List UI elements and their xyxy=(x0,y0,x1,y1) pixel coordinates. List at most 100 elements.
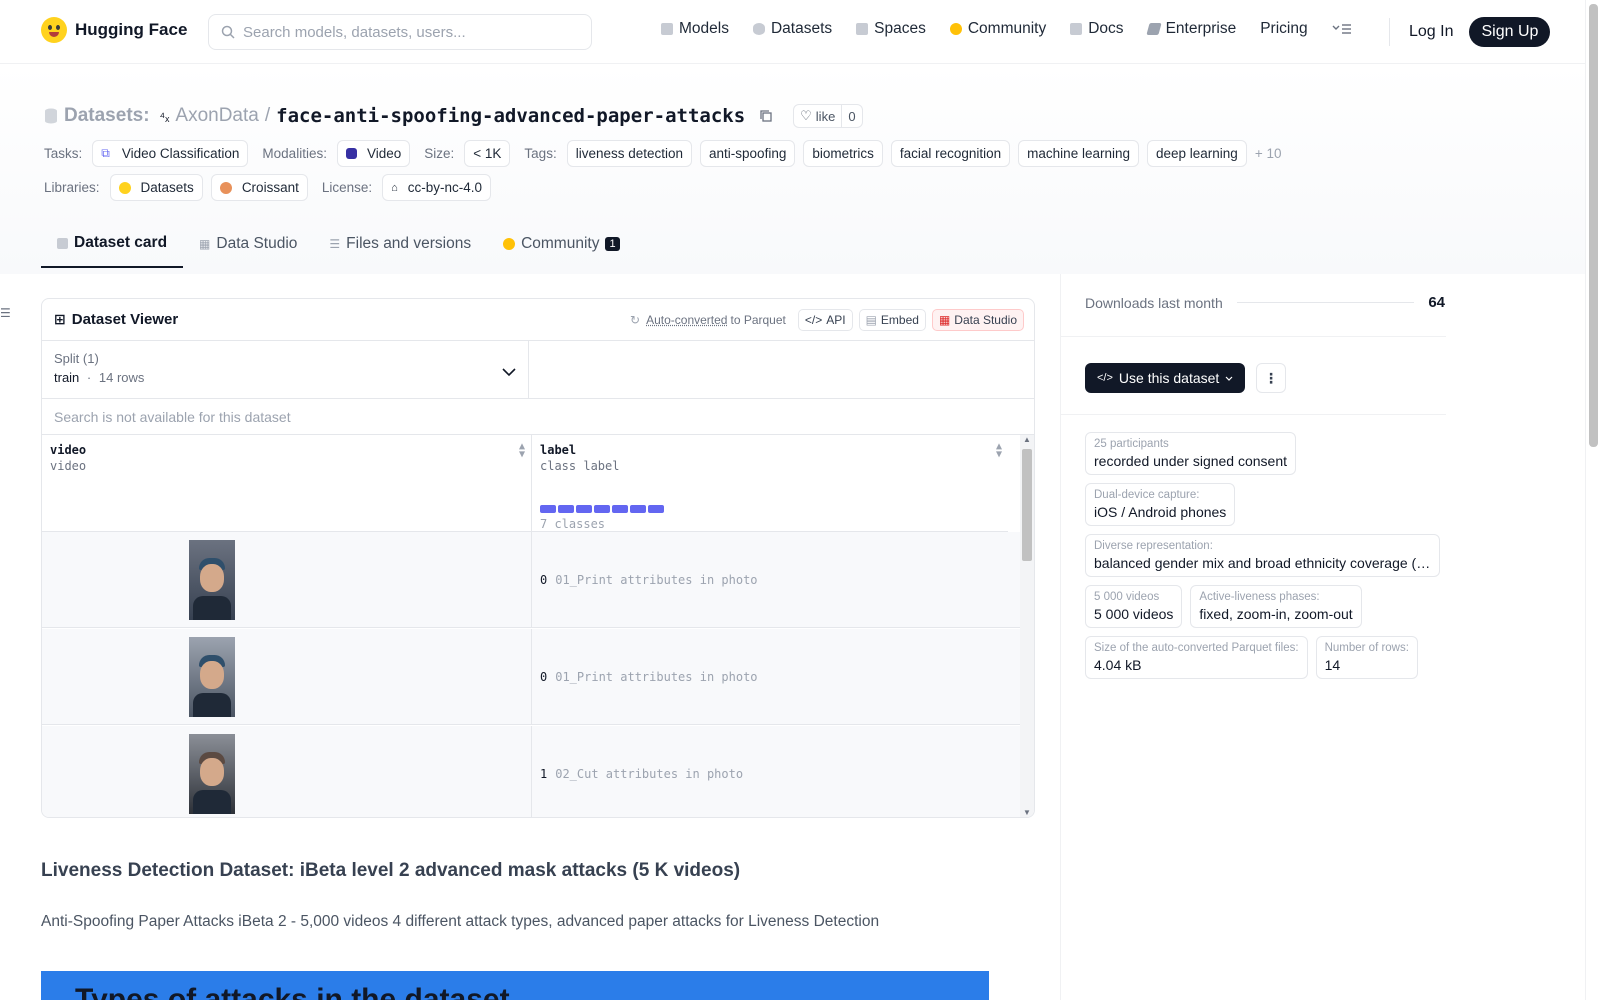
column-header-label[interactable]: label class label 7 classes ▲ ▼ xyxy=(532,435,1008,532)
nav-spaces[interactable]: Spaces xyxy=(856,20,926,38)
video-thumbnail[interactable] xyxy=(189,734,235,814)
video-cell[interactable] xyxy=(42,726,532,817)
nav-enterprise[interactable]: Enterprise xyxy=(1145,20,1236,38)
tab-community[interactable]: Community 1 xyxy=(487,222,636,268)
viewer-title: Dataset Viewer xyxy=(71,311,179,328)
table-row[interactable]: 0 01_Print attributes in photo xyxy=(42,532,1022,628)
tag-facial-recognition[interactable]: facial recognition xyxy=(890,140,1011,167)
org-link[interactable]: AxonData xyxy=(175,105,258,127)
tag-deep-learning[interactable]: deep learning xyxy=(1146,140,1247,167)
login-link[interactable]: Log In xyxy=(1409,23,1453,41)
auth-buttons: Log In Sign Up xyxy=(1390,17,1551,47)
search-box[interactable] xyxy=(208,14,592,50)
dataset-card-paragraph: Anti-Spoofing Paper Attacks iBeta 2 - 5,… xyxy=(41,913,880,930)
data-studio-button[interactable]: ▦ Data Studio xyxy=(931,309,1024,331)
video-cell[interactable] xyxy=(42,532,532,627)
signup-button[interactable]: Sign Up xyxy=(1469,17,1551,47)
dataset-name[interactable]: face-anti-spoofing-advanced-paper-attack… xyxy=(276,105,745,127)
files-icon: ☰ xyxy=(329,237,341,251)
class-segment[interactable] xyxy=(558,505,574,513)
sort-icon[interactable]: ▲ ▼ xyxy=(519,442,525,460)
embed-button[interactable]: ▤ Embed xyxy=(858,309,926,331)
nav-community[interactable]: Community xyxy=(949,20,1046,38)
fact-key: 25 participants xyxy=(1094,438,1169,450)
scroll-up-icon[interactable]: ▲ xyxy=(1023,435,1031,444)
class-distribution-bar xyxy=(540,505,664,513)
fact-num-rows: Number of rows: 14 xyxy=(1315,636,1418,679)
tag-machine-learning[interactable]: machine learning xyxy=(1018,140,1139,167)
api-button[interactable]: </> API xyxy=(797,309,853,331)
sidebar-toggle-icon[interactable]: ☰ xyxy=(0,306,11,320)
nav-links: Models Datasets Spaces Community Docs En… xyxy=(661,20,1352,38)
page-scrollbar-thumb[interactable] xyxy=(1589,4,1598,447)
scrollbar-thumb[interactable] xyxy=(1022,449,1032,561)
class-segment[interactable] xyxy=(594,505,610,513)
dataset-viewer: ⊞ Dataset Viewer ↻ Auto-converted to Parq… xyxy=(41,298,1035,818)
split-selector[interactable]: Split (1) train · 14 rows xyxy=(42,341,529,398)
tag-liveness[interactable]: liveness detection xyxy=(566,140,693,167)
fact-key: Diverse representation: xyxy=(1094,540,1213,552)
api-button-label: API xyxy=(826,313,846,327)
tab-dataset-card[interactable]: Dataset card xyxy=(41,222,184,268)
class-segment[interactable] xyxy=(540,505,556,513)
table-row[interactable]: 1 02_Cut attributes in photo xyxy=(42,726,1022,817)
tab-data-studio-label: Data Studio xyxy=(216,235,298,252)
use-dataset-label: Use this dataset xyxy=(1118,370,1220,386)
tab-community-label: Community xyxy=(521,235,600,252)
tag-anti-spoofing[interactable]: anti-spoofing xyxy=(700,140,796,167)
models-icon xyxy=(661,23,673,35)
class-segment[interactable] xyxy=(576,505,592,513)
license-label: License: xyxy=(321,180,373,195)
label-cell: 1 02_Cut attributes in photo xyxy=(532,726,1022,817)
video-cell[interactable] xyxy=(42,629,532,724)
section-label[interactable]: Datasets: xyxy=(64,105,150,127)
nav-models[interactable]: Models xyxy=(661,20,729,38)
viewer-scrollbar[interactable]: ▲ ▼ xyxy=(1020,435,1034,817)
nav-pricing-label: Pricing xyxy=(1260,20,1308,37)
search-input[interactable] xyxy=(243,23,563,41)
nav-datasets[interactable]: Datasets xyxy=(752,20,832,38)
nav-docs[interactable]: Docs xyxy=(1070,20,1124,38)
more-options-button[interactable]: ⋮ xyxy=(1256,363,1286,393)
like-label: like xyxy=(815,108,836,124)
license-tag[interactable]: ⌂ cc-by-nc-4.0 xyxy=(382,174,492,201)
nav-docs-label: Docs xyxy=(1088,20,1124,37)
video-thumbnail[interactable] xyxy=(189,637,235,717)
nav-more-menu[interactable] xyxy=(1332,23,1352,35)
scroll-down-icon[interactable]: ▼ xyxy=(1023,808,1031,817)
table-row[interactable]: 0 01_Print attributes in photo xyxy=(42,629,1022,725)
modality-tag[interactable]: Video xyxy=(336,140,411,167)
tags-more[interactable]: + 10 xyxy=(1255,146,1282,161)
library-croissant[interactable]: Croissant xyxy=(210,174,308,201)
data-grid: video video ▲ ▼ label class label 7 class… xyxy=(42,435,1034,817)
split-label: Split (1) xyxy=(54,351,99,366)
video-thumbnail[interactable] xyxy=(189,540,235,620)
page-scrollbar[interactable] xyxy=(1585,0,1600,1000)
sort-icon[interactable]: ▲ ▼ xyxy=(996,442,1002,460)
fact-key: Number of rows: xyxy=(1324,642,1409,654)
column-name: label xyxy=(540,443,577,457)
kebab-icon: ⋮ xyxy=(1264,369,1278,386)
class-segment[interactable] xyxy=(648,505,664,513)
fact-parquet-size: Size of the auto-converted Parquet files… xyxy=(1085,636,1308,679)
nav-pricing[interactable]: Pricing xyxy=(1260,20,1307,38)
community-icon xyxy=(949,23,962,35)
use-dataset-button[interactable]: </> Use this dataset xyxy=(1085,363,1246,393)
class-segment[interactable] xyxy=(612,505,628,513)
video-classification-icon: ⧉ xyxy=(101,146,110,160)
tag-biometrics[interactable]: biometrics xyxy=(803,140,883,167)
right-sidebar: Downloads last month 64 </> Use this dat… xyxy=(1060,274,1585,1000)
size-tag[interactable]: < 1K xyxy=(464,140,511,167)
banner-text: Types of attacks in the dataset xyxy=(75,983,510,1000)
class-segment[interactable] xyxy=(630,505,646,513)
auto-converted-link[interactable]: Auto-converted xyxy=(646,313,727,327)
code-icon: </> xyxy=(1097,372,1113,384)
like-button[interactable]: ♡ like 0 xyxy=(793,104,863,128)
column-header-video[interactable]: video video ▲ ▼ xyxy=(42,435,532,532)
task-tag[interactable]: ⧉ Video Classification xyxy=(92,140,249,167)
tab-files[interactable]: ☰ Files and versions xyxy=(313,222,487,268)
copy-icon[interactable] xyxy=(759,109,773,123)
brand-logo[interactable]: Hugging Face xyxy=(41,17,187,43)
library-datasets[interactable]: Datasets xyxy=(109,174,203,201)
tab-data-studio[interactable]: ▦ Data Studio xyxy=(183,222,313,268)
